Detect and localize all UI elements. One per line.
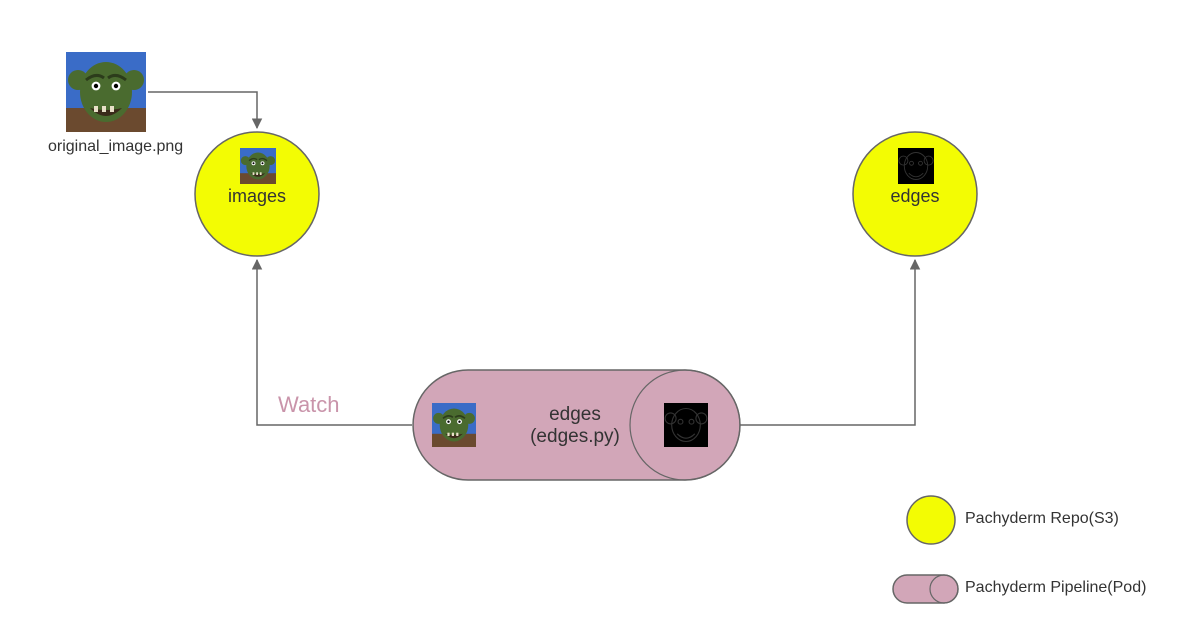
- original-image-label: original_image.png: [48, 138, 180, 156]
- arrow-original-to-images: [148, 92, 257, 128]
- images-repo-thumb: [240, 148, 276, 184]
- diagram-canvas: [0, 0, 1191, 635]
- pipeline-input-thumb: [432, 403, 476, 447]
- legend-pipeline-label: Pachyderm Pipeline(Pod): [965, 579, 1185, 597]
- pipeline-output-thumb: [664, 403, 708, 447]
- watch-label: Watch: [278, 392, 358, 418]
- legend-repo-label: Pachyderm Repo(S3): [965, 510, 1165, 528]
- pipeline-label-line1: edges: [500, 404, 650, 426]
- original-image-thumb: [66, 52, 146, 132]
- legend-repo-swatch: [907, 496, 955, 544]
- edges-repo-thumb: [898, 148, 934, 184]
- legend-pipeline-swatch: [893, 575, 958, 603]
- arrow-pipeline-to-edges: [740, 260, 915, 425]
- pipeline-label-line2: (edges.py): [500, 426, 650, 448]
- edges-repo-label: edges: [884, 186, 946, 207]
- images-repo-label: images: [222, 186, 292, 207]
